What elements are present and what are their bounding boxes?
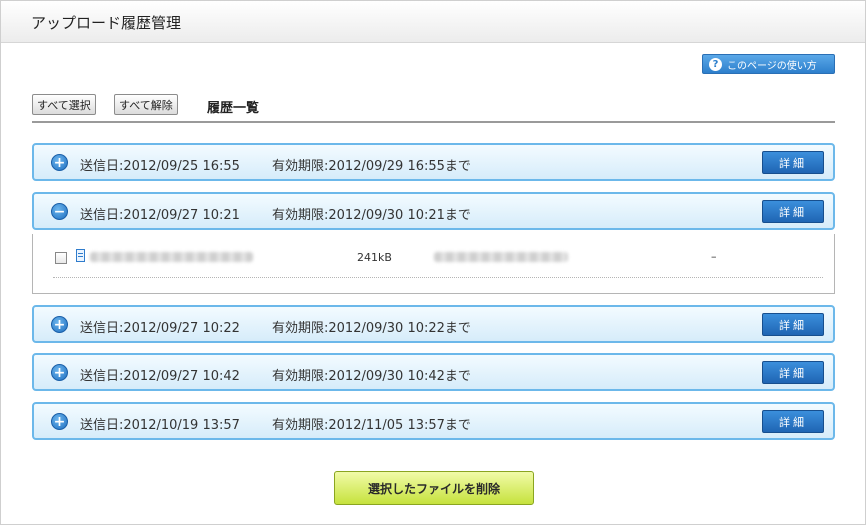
help-button-label: このページの使い方 [727, 60, 817, 72]
deselect-all-button[interactable]: すべて解除 [114, 94, 178, 115]
title-bar: アップロード履歴管理 [1, 1, 865, 43]
collapse-icon[interactable]: − [51, 203, 68, 220]
file-checkbox[interactable] [55, 252, 67, 264]
sent-date: 送信日:2012/10/19 13:57 [80, 418, 240, 433]
detail-button[interactable]: 詳細 [762, 313, 824, 336]
expiry-date: 有効期限:2012/09/30 10:22まで [272, 321, 471, 336]
sent-date: 送信日:2012/09/27 10:21 [80, 208, 240, 223]
history-row: − 送信日:2012/09/27 10:21 有効期限:2012/09/30 1… [32, 192, 835, 230]
file-status: – [711, 250, 717, 263]
expand-icon[interactable]: + [51, 364, 68, 381]
sent-date: 送信日:2012/09/27 10:22 [80, 321, 240, 336]
file-row: 241kB – [53, 234, 823, 278]
delete-selected-button[interactable]: 選択したファイルを削除 [334, 471, 534, 505]
question-icon: ? [709, 57, 722, 71]
redacted-filename [90, 252, 253, 262]
expand-icon[interactable]: + [51, 154, 68, 171]
expiry-date: 有効期限:2012/09/30 10:21まで [272, 208, 471, 223]
file-size: 241kB [357, 251, 392, 264]
history-row: + 送信日:2012/09/27 10:22 有効期限:2012/09/30 1… [32, 305, 835, 343]
document-icon [76, 249, 85, 262]
detail-button[interactable]: 詳細 [762, 361, 824, 384]
expand-icon[interactable]: + [51, 316, 68, 333]
divider [32, 121, 835, 123]
history-row: + 送信日:2012/10/19 13:57 有効期限:2012/11/05 1… [32, 402, 835, 440]
detail-button[interactable]: 詳細 [762, 200, 824, 223]
detail-button[interactable]: 詳細 [762, 410, 824, 433]
list-heading: 履歴一覧 [207, 101, 260, 116]
expiry-date: 有効期限:2012/09/29 16:55まで [272, 159, 471, 174]
expand-icon[interactable]: + [51, 413, 68, 430]
expiry-date: 有効期限:2012/11/05 13:57まで [272, 418, 471, 433]
help-button[interactable]: ? このページの使い方 [702, 54, 835, 74]
page-title: アップロード履歴管理 [31, 14, 182, 32]
expiry-date: 有効期限:2012/09/30 10:42まで [272, 369, 471, 384]
app-window: アップロード履歴管理 ? このページの使い方 すべて選択 すべて解除 履歴一覧 … [0, 0, 866, 525]
history-row: + 送信日:2012/09/27 10:42 有効期限:2012/09/30 1… [32, 353, 835, 391]
sent-date: 送信日:2012/09/27 10:42 [80, 369, 240, 384]
redacted-recipient [434, 252, 568, 262]
sent-date: 送信日:2012/09/25 16:55 [80, 159, 240, 174]
file-list-panel: 241kB – [32, 234, 835, 294]
select-all-button[interactable]: すべて選択 [32, 94, 96, 115]
history-row: + 送信日:2012/09/25 16:55 有効期限:2012/09/29 1… [32, 143, 835, 181]
detail-button[interactable]: 詳細 [762, 151, 824, 174]
